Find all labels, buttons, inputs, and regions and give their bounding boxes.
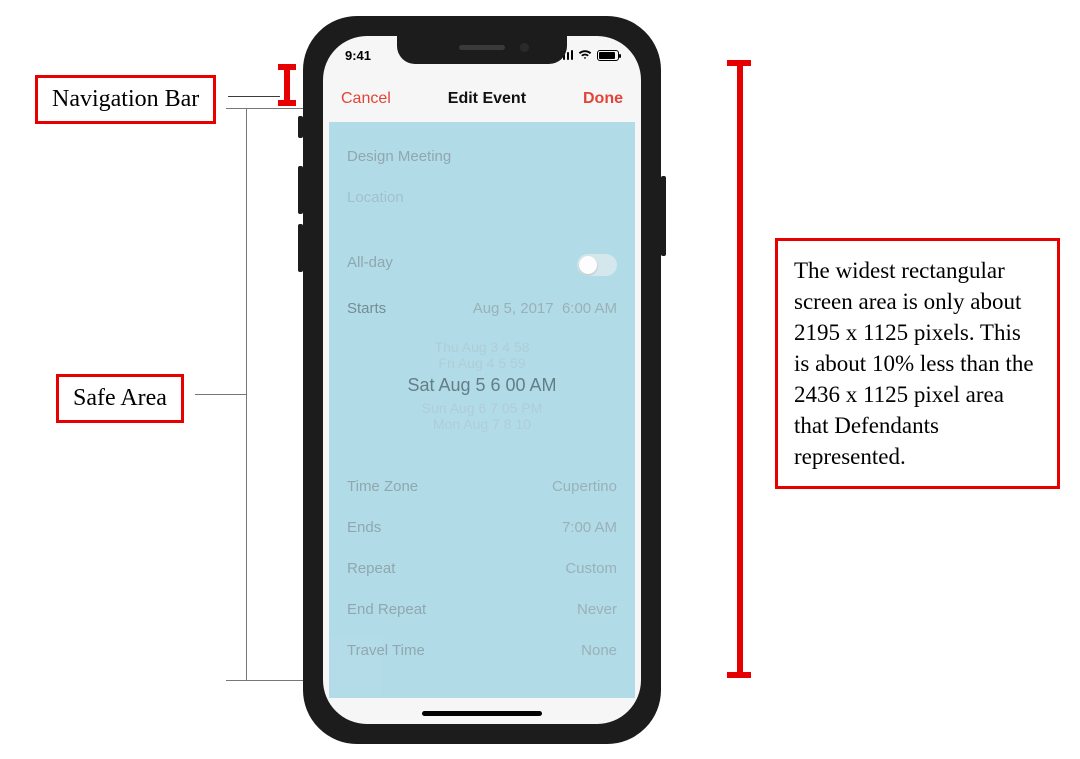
time-zone-label: Time Zone [347,478,418,495]
travel-time-value: None [581,642,617,659]
all-day-label: All-day [347,254,393,276]
home-indicator[interactable] [422,711,542,716]
cancel-button[interactable]: Cancel [341,90,391,108]
time-zone-row[interactable]: Time Zone Cupertino [347,466,617,507]
navigation-bar: Cancel Edit Event Done [323,78,641,120]
ends-row[interactable]: Ends 7:00 AM [347,507,617,548]
safe-area-overlay: Design Meeting Location All-day Starts A… [329,122,635,698]
annotation-navigation-bar: Navigation Bar [35,75,216,124]
leader-line [195,394,247,395]
repeat-row[interactable]: Repeat Custom [347,548,617,589]
repeat-label: Repeat [347,560,395,577]
travel-time-row[interactable]: Travel Time None [347,630,617,671]
end-repeat-value: Never [577,601,617,618]
speaker-grille [459,45,505,50]
ends-label: Ends [347,519,381,536]
done-button[interactable]: Done [583,90,623,108]
all-day-row[interactable]: All-day [347,242,617,288]
starts-label: Starts [347,300,386,317]
leader-line [226,680,310,681]
all-day-toggle[interactable] [577,254,617,276]
event-title-field[interactable]: Design Meeting [347,136,617,177]
status-time: 9:41 [345,48,371,63]
starts-row[interactable]: Starts Aug 5, 2017 6:00 AM [347,288,617,329]
phone-frame: 9:41 Cancel Edit Event Done Design Meeti… [303,16,661,744]
repeat-value: Custom [565,560,617,577]
event-location-field[interactable]: Location [347,177,617,218]
end-repeat-row[interactable]: End Repeat Never [347,589,617,630]
front-camera [520,43,529,52]
phone-screen: 9:41 Cancel Edit Event Done Design Meeti… [323,36,641,724]
battery-icon [597,50,619,61]
leader-line [226,108,310,109]
travel-time-label: Travel Time [347,642,425,659]
date-time-picker[interactable]: Thu Aug 3 4 58 Fri Aug 4 5 59 Sat Aug 5 … [347,329,617,442]
ends-value: 7:00 AM [562,519,617,536]
power-button [661,176,666,256]
time-zone-value: Cupertino [552,478,617,495]
end-repeat-label: End Repeat [347,601,426,618]
leader-line [228,96,280,97]
annotation-safe-area: Safe Area [56,374,184,423]
notch [397,36,567,64]
nav-title: Edit Event [448,90,526,108]
annotation-pixel-text: The widest rectangular screen area is on… [775,238,1060,489]
wifi-icon [578,50,592,60]
iphone-x-mockup: 9:41 Cancel Edit Event Done Design Meeti… [303,16,661,744]
